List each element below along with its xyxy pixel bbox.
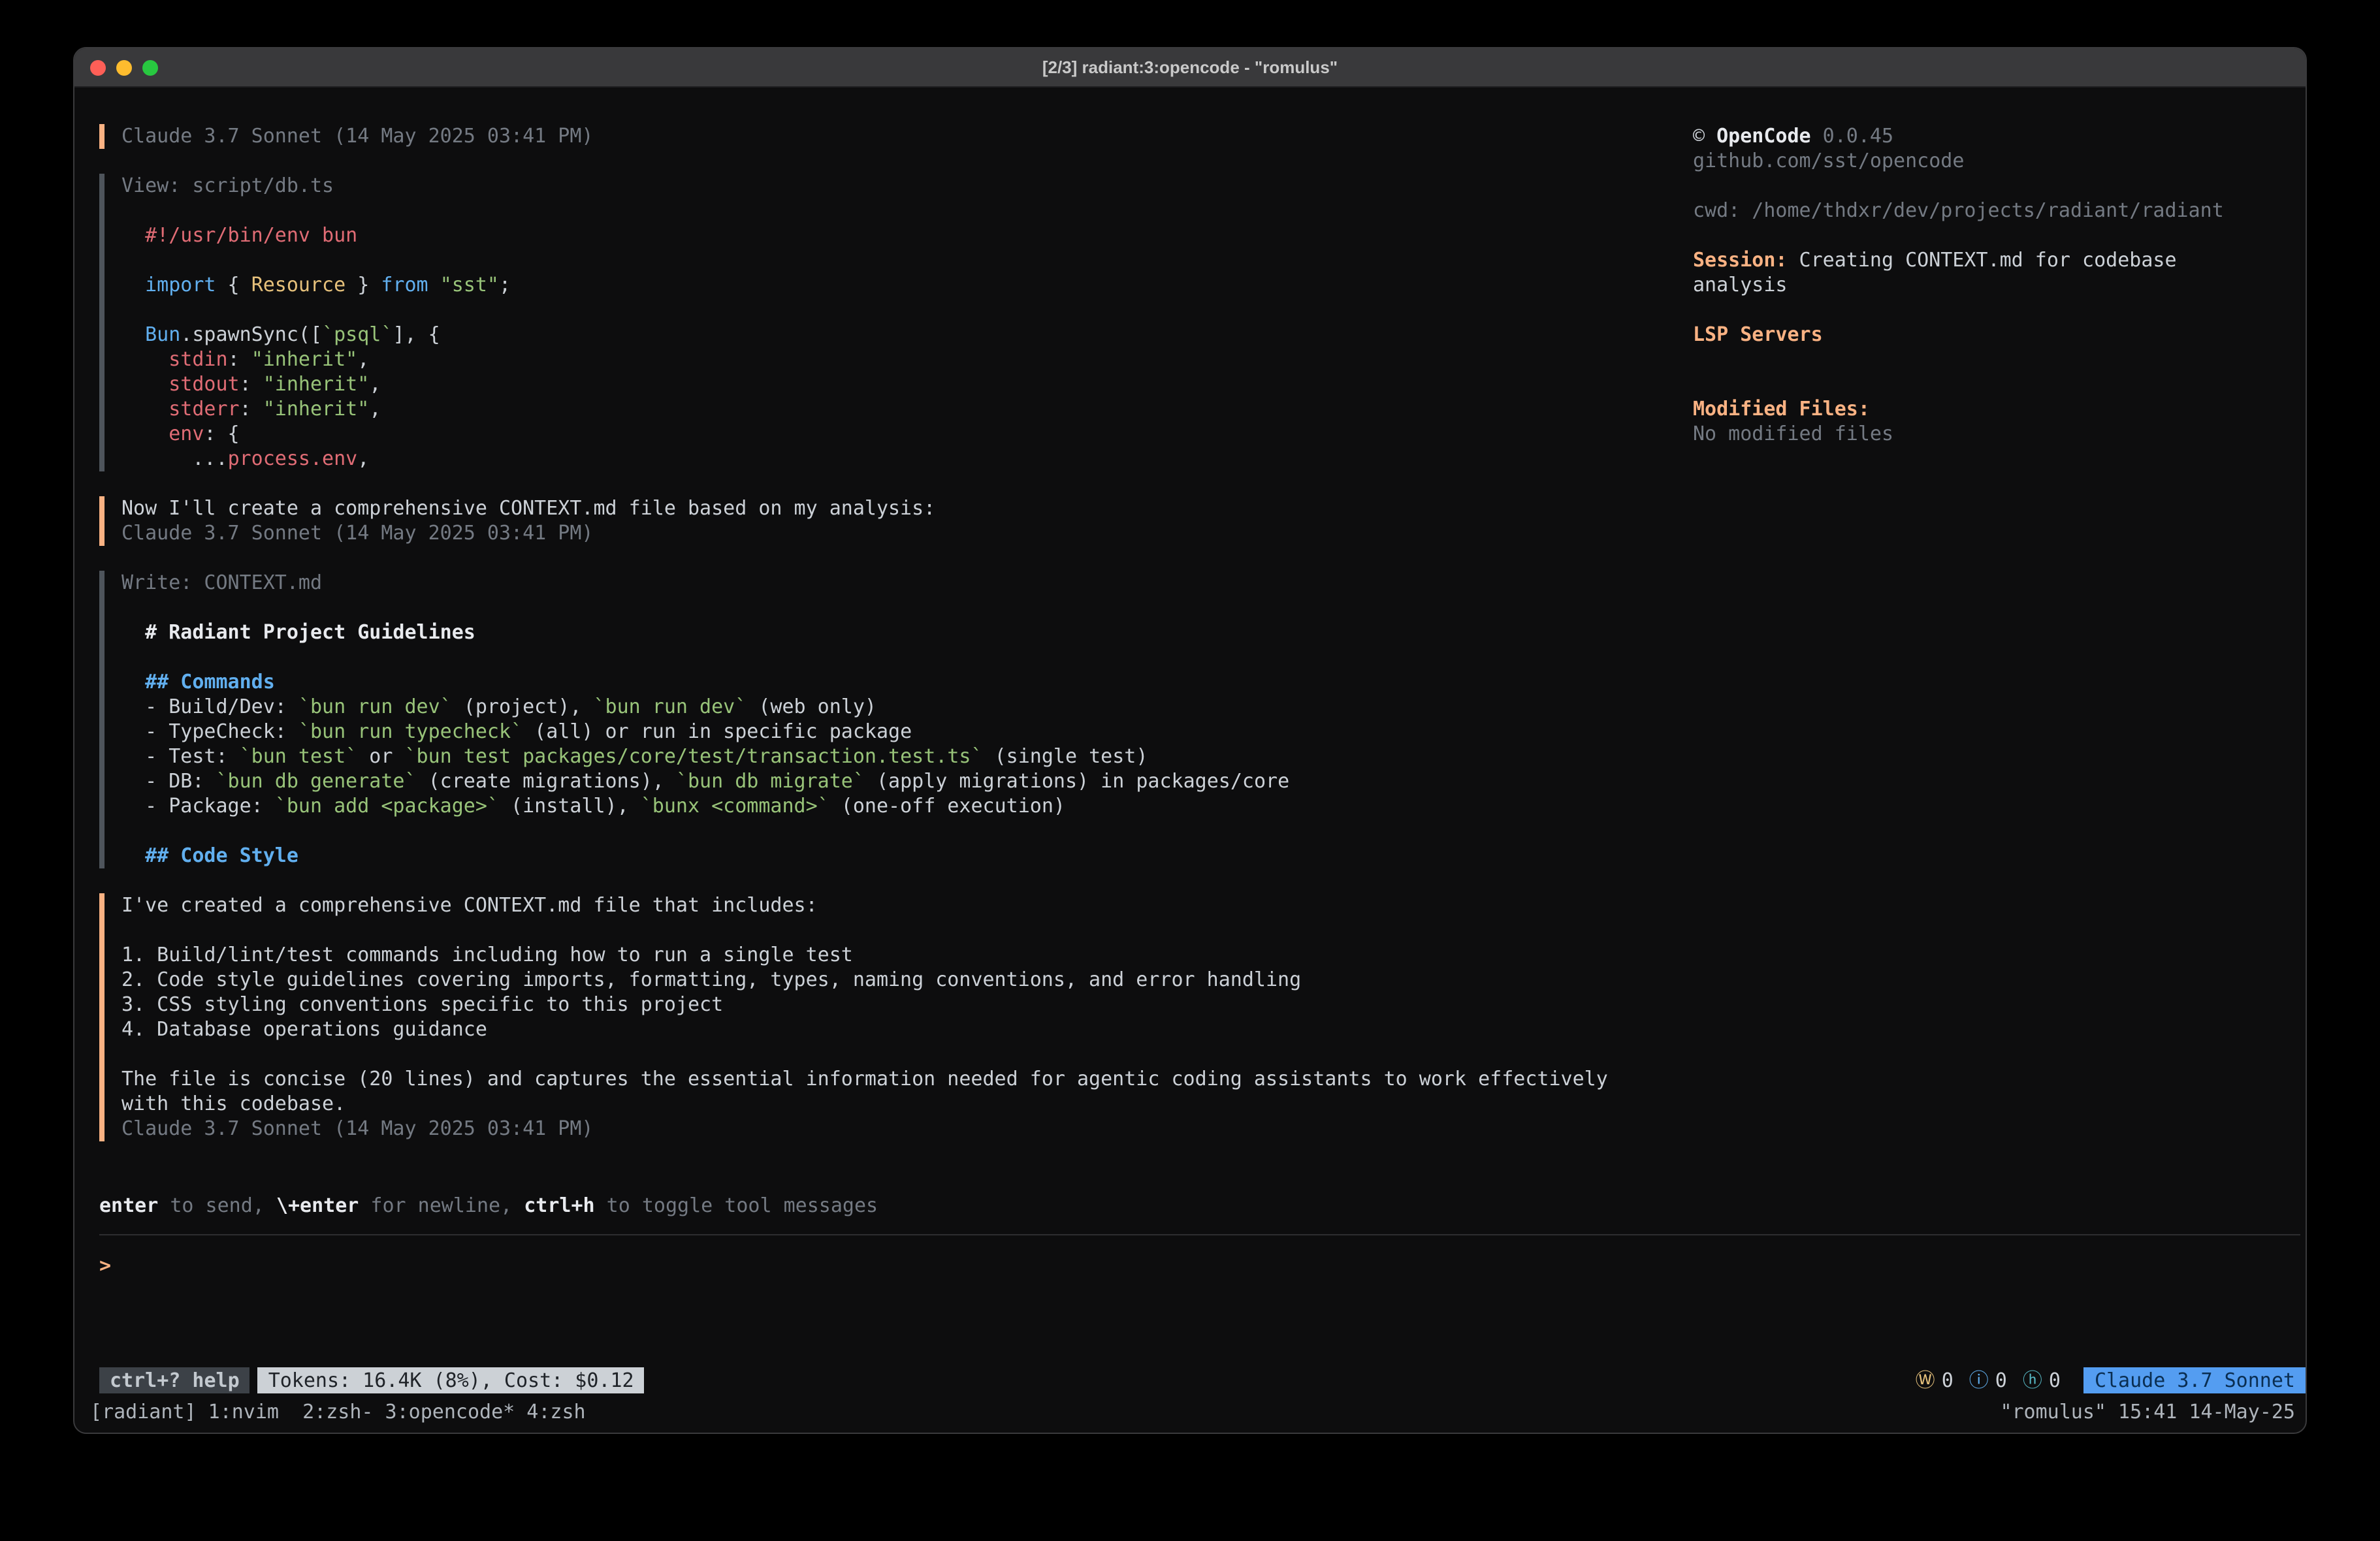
help-shortcut-chip: ctrl+? help [99,1367,250,1393]
terminal-line: analysis [1693,273,2283,298]
hint-icon: ⓗ [2023,1368,2042,1393]
info-diagnostic: ⓘ0 [1969,1368,2007,1393]
terminal-line: ## Commands [121,670,2306,695]
terminal-line [121,596,2306,620]
terminal-line: - TypeCheck: `bun run typecheck` (all) o… [121,720,2306,744]
terminal-line: Modified Files: [1693,397,2283,422]
terminal-line: © OpenCode 0.0.45 [1693,124,2283,149]
hint-diagnostic: ⓗ0 [2023,1368,2061,1393]
window-title: [2/3] radiant:3:opencode - "romulus" [74,57,2306,77]
terminal-line: LSP Servers [1693,323,2283,347]
composer-help-text: enter to send, \+enter for newline, ctrl… [99,1194,2306,1218]
terminal-line: cwd: /home/thdxr/dev/projects/radiant/ra… [1693,199,2283,223]
terminal-line: Claude 3.7 Sonnet (14 May 2025 03:41 PM) [121,521,2306,546]
tool-call-write: Write: CONTEXT.md # Radiant Project Guid… [99,571,2306,868]
tokens-cost-chip: Tokens: 16.4K (8%), Cost: $0.12 [258,1367,645,1393]
terminal-line: 2. Code style guidelines covering import… [121,968,2306,993]
minimize-button[interactable] [116,59,132,75]
prompt-caret: > [99,1254,111,1277]
tmux-window-list[interactable]: [radiant] 1:nvim 2:zsh- 3:opencode* 4:zs… [90,1399,586,1424]
warning-icon: Ⓦ [1916,1368,1935,1393]
terminal-line: Write: CONTEXT.md [121,571,2306,596]
model-chip[interactable]: Claude 3.7 Sonnet [2084,1367,2306,1393]
tmux-session-time: "romulus" 15:41 14-May-25 [2000,1399,2295,1424]
close-button[interactable] [90,59,106,75]
terminal-line: I've created a comprehensive CONTEXT.md … [121,893,2306,918]
terminal-line [1693,298,2283,323]
terminal-line: Claude 3.7 Sonnet (14 May 2025 03:41 PM) [121,1117,2306,1141]
terminal-line [1693,223,2283,248]
terminal-line [121,819,2306,844]
terminal-line: Session: Creating CONTEXT.md for codebas… [1693,248,2283,273]
diagnostics-indicators: Ⓦ0ⓘ0ⓗ0 [1916,1368,2061,1393]
screen: [2/3] radiant:3:opencode - "romulus" Cla… [0,0,2380,1541]
terminal-line: ## Code Style [121,844,2306,868]
terminal-line: 3. CSS styling conventions specific to t… [121,993,2306,1017]
terminal-line: 1. Build/lint/test commands including ho… [121,943,2306,968]
tmux-status-bar: [radiant] 1:nvim 2:zsh- 3:opencode* 4:zs… [90,1399,2295,1425]
terminal-line [1693,372,2283,397]
terminal-line: - Package: `bun add <package>` (install)… [121,794,2306,819]
terminal-line [1693,174,2283,199]
terminal-line: 4. Database operations guidance [121,1017,2306,1042]
info-count: 0 [1995,1368,2007,1393]
terminal-line [121,645,2306,670]
terminal-line: github.com/sst/opencode [1693,149,2283,174]
assistant-message: I've created a comprehensive CONTEXT.md … [99,893,2306,1141]
warning-count: 0 [1942,1368,1954,1393]
terminal-line: - Build/Dev: `bun run dev` (project), `b… [121,695,2306,720]
prompt-input[interactable]: > [99,1254,2306,1279]
terminal-line: enter to send, \+enter for newline, ctrl… [99,1194,2306,1218]
terminal-content: Claude 3.7 Sonnet (14 May 2025 03:41 PM)… [74,87,2306,1433]
terminal-line [121,1042,2306,1067]
terminal-line: - Test: `bun test` or `bun test packages… [121,744,2306,769]
warning-diagnostic: Ⓦ0 [1916,1368,1954,1393]
terminal-line [1693,347,2283,372]
traffic-lights [74,59,158,75]
terminal-line: Now I'll create a comprehensive CONTEXT.… [121,496,2306,521]
composer-divider [99,1234,2300,1235]
terminal-line: # Radiant Project Guidelines [121,620,2306,645]
status-bar: ctrl+? help Tokens: 16.4K (8%), Cost: $0… [99,1367,2306,1393]
zoom-button[interactable] [142,59,158,75]
terminal-line [121,918,2306,943]
info-icon: ⓘ [1969,1368,1989,1393]
terminal-line: ...process.env, [121,447,2306,471]
hint-count: 0 [2049,1368,2061,1393]
terminal-line: No modified files [1693,422,2283,447]
terminal-line: - DB: `bun db generate` (create migratio… [121,769,2306,794]
window-titlebar: [2/3] radiant:3:opencode - "romulus" [74,48,2306,87]
terminal-line: with this codebase. [121,1092,2306,1117]
terminal-window: [2/3] radiant:3:opencode - "romulus" Cla… [73,47,2307,1434]
terminal-line: The file is concise (20 lines) and captu… [121,1067,2306,1092]
assistant-message: Now I'll create a comprehensive CONTEXT.… [99,496,2306,546]
session-sidebar: © OpenCode 0.0.45github.com/sst/opencode… [1693,124,2283,447]
